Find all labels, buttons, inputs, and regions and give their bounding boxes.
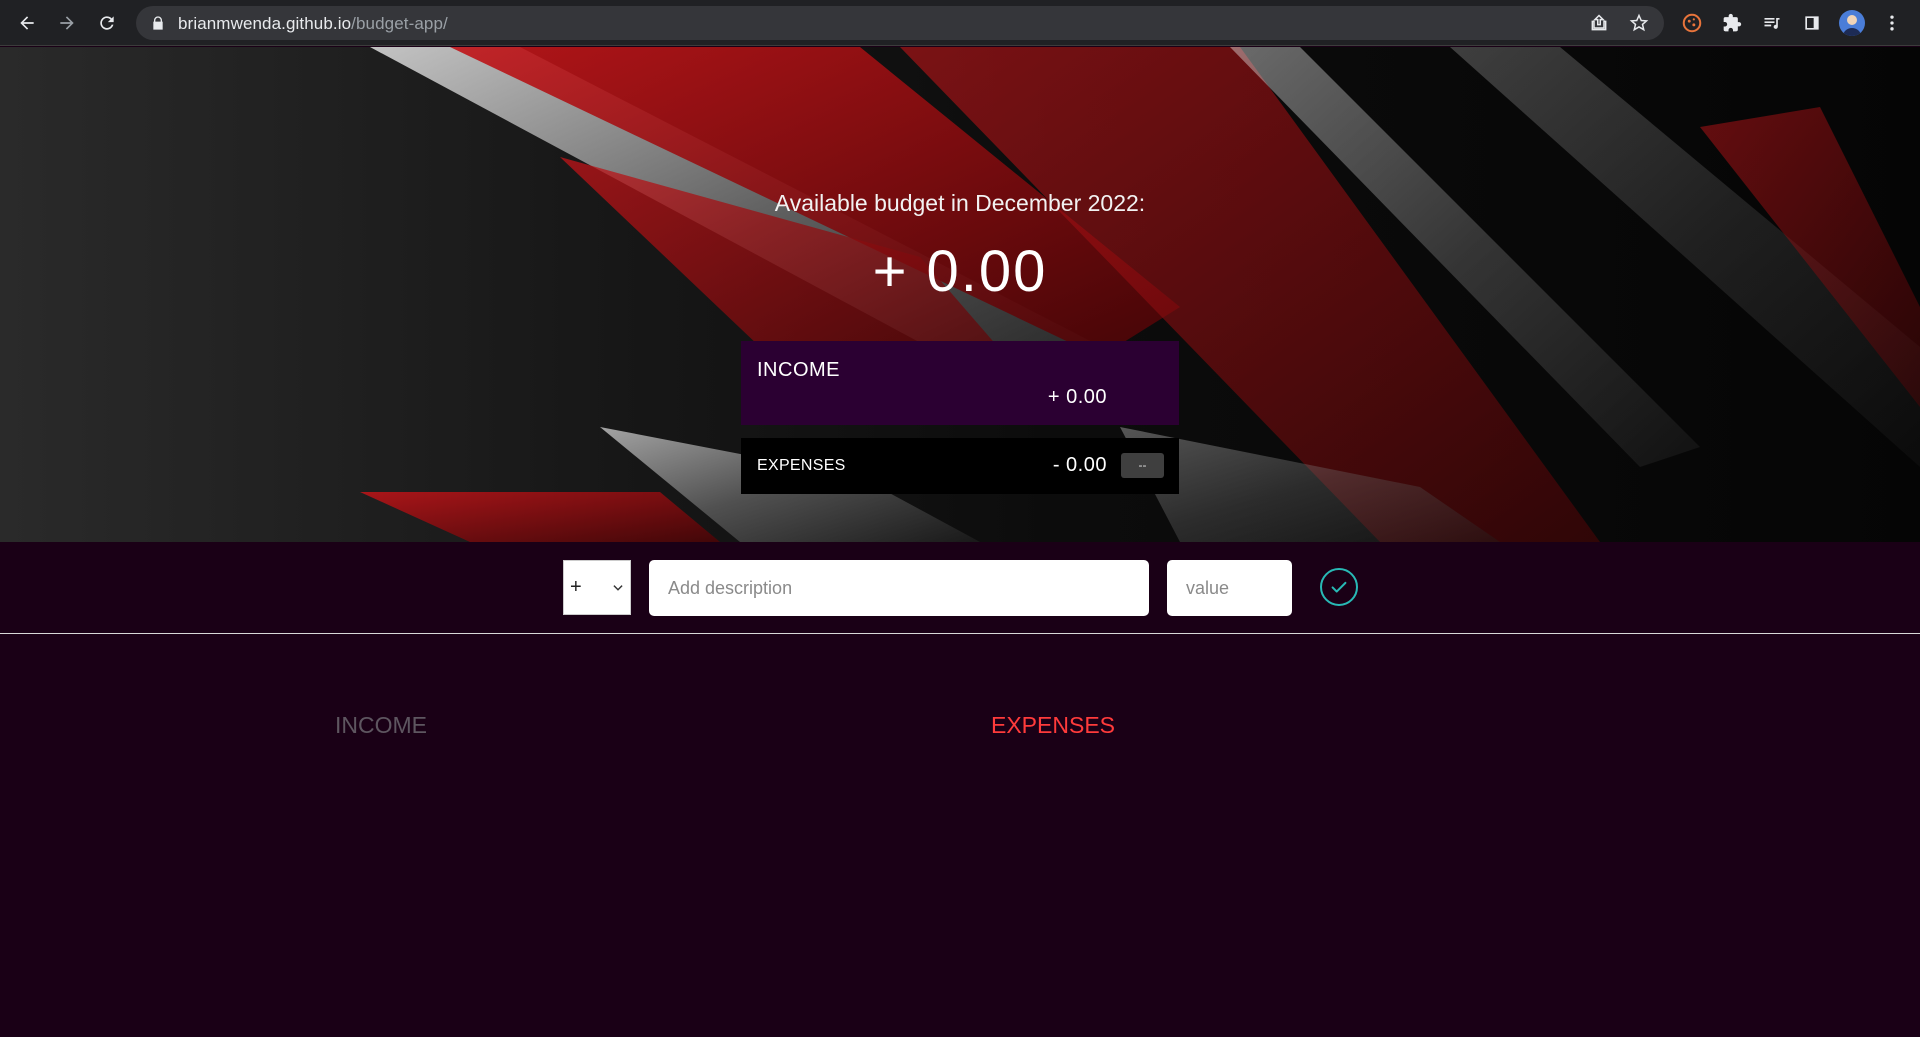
url-path: /budget-app/: [351, 14, 448, 33]
budget-title: Available budget in December 2022:: [774, 190, 1146, 216]
lock-icon[interactable]: [150, 15, 166, 31]
budget-header: Available budget in December 2022: + 0.0…: [0, 47, 1920, 542]
browser-toolbar: brianmwenda.github.io/budget-app/: [0, 0, 1920, 46]
side-panel-icon[interactable]: [1800, 11, 1824, 35]
checkmark-icon: [1331, 581, 1347, 593]
value-input[interactable]: [1167, 560, 1292, 616]
cookie-extension-icon[interactable]: [1680, 11, 1704, 35]
expenses-summary-value: - 0.00: [1052, 454, 1107, 476]
expenses-percentage-badge: --: [1121, 453, 1164, 478]
budget-value: + 0.00: [872, 239, 1048, 304]
menu-dots-icon[interactable]: [1880, 11, 1904, 35]
share-icon[interactable]: [1589, 13, 1609, 33]
expenses-summary-label: EXPENSES: [757, 457, 846, 474]
type-select[interactable]: +: [563, 560, 631, 615]
expenses-summary-card: EXPENSES - 0.00 --: [741, 438, 1179, 494]
income-summary-label: INCOME: [757, 359, 840, 381]
reload-icon[interactable]: [93, 9, 121, 37]
income-summary-value: + 0.00: [1047, 386, 1107, 408]
transactions-lists: INCOME EXPENSES: [0, 635, 1920, 1037]
bookmark-star-icon[interactable]: [1629, 13, 1649, 33]
add-button[interactable]: [1320, 568, 1358, 606]
add-entry-bar: +: [0, 542, 1920, 634]
url-domain: brianmwenda.github.io: [178, 14, 352, 33]
income-list-heading: INCOME: [335, 712, 427, 738]
back-icon[interactable]: [13, 9, 41, 37]
url-text[interactable]: brianmwenda.github.io/budget-app/: [178, 14, 448, 34]
puzzle-extensions-icon[interactable]: [1720, 11, 1744, 35]
address-bar[interactable]: brianmwenda.github.io/budget-app/: [136, 6, 1664, 40]
reading-list-icon[interactable]: [1760, 11, 1784, 35]
forward-icon[interactable]: [53, 9, 81, 37]
description-input[interactable]: [649, 560, 1149, 616]
chevron-down-icon: [613, 585, 623, 591]
profile-avatar[interactable]: [1839, 10, 1865, 36]
expenses-list-heading: EXPENSES: [991, 712, 1115, 738]
type-select-value: +: [570, 576, 582, 598]
income-summary-card: INCOME + 0.00: [741, 341, 1179, 425]
